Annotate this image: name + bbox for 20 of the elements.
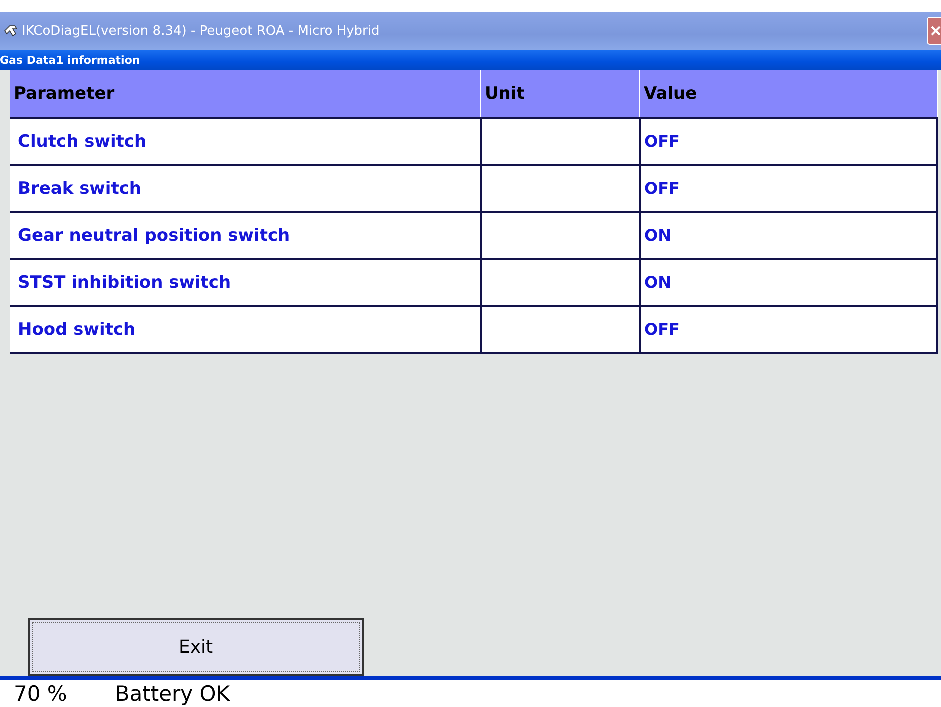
column-header: Value [640, 70, 937, 118]
parameter-cell: Hood switch [10, 306, 480, 353]
close-icon [931, 26, 941, 36]
value-cell: OFF [640, 118, 937, 165]
column-header: Unit [480, 70, 640, 118]
parameter-cell: Clutch switch [10, 118, 480, 165]
exit-button[interactable]: Exit [28, 618, 364, 676]
value-cell: ON [640, 259, 937, 306]
close-button[interactable] [927, 17, 941, 45]
window-title: IKCoDiagEL(version 8.34) - Peugeot ROA - Micro Hybrid [22, 24, 381, 38]
parameter-cell: STST inhibition switch [10, 259, 480, 306]
battery-percent: 70 % [14, 682, 68, 706]
column-header: Parameter [10, 70, 480, 118]
value-cell: ON [640, 212, 937, 259]
panel-title: Gas Data1 information [0, 54, 140, 66]
battery-status: Battery OK [115, 682, 230, 706]
parameter-cell: Gear neutral position switch [10, 212, 480, 259]
value-cell: OFF [640, 165, 937, 212]
value-cell: OFF [640, 306, 937, 353]
parameter-cell: Break switch [10, 165, 480, 212]
